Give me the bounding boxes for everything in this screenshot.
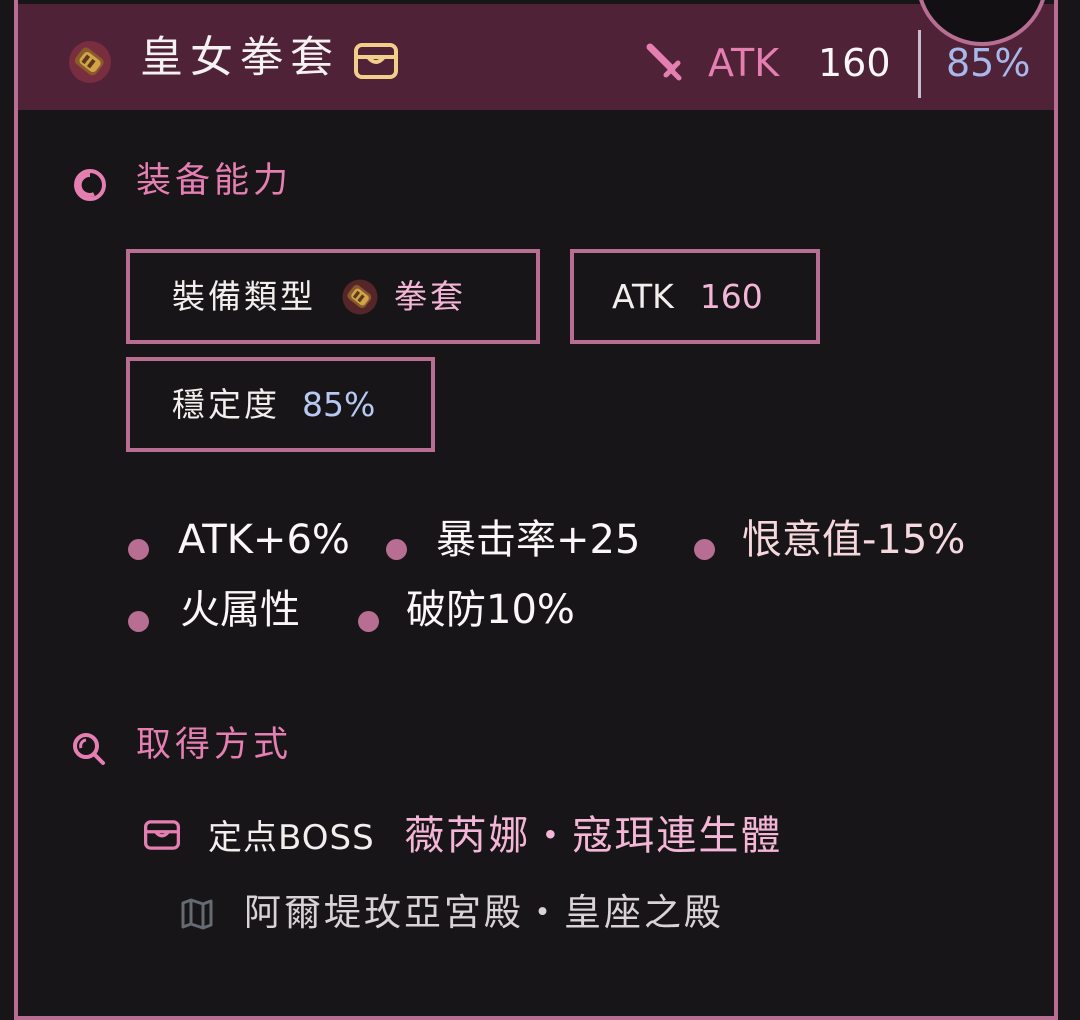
acquire-section-title: 取得方式 [136, 725, 293, 765]
atk-box: ATK 160 [570, 249, 820, 344]
gauntlet-icon [342, 279, 378, 314]
stability-box-value: 85% [302, 385, 376, 424]
effect-item: 破防10% [406, 587, 575, 633]
chest-icon [144, 820, 180, 850]
effect-item: 恨意值-15% [742, 517, 966, 563]
effect-bullet [128, 611, 149, 632]
item-title: 皇女拳套 [140, 33, 340, 83]
effect-item: ATK+6% [178, 517, 350, 563]
item-header: 皇女拳套 ATK 160 85% [18, 4, 1054, 110]
header-atk-label: ATK [708, 41, 780, 85]
swirl-icon [74, 169, 106, 201]
search-icon [73, 733, 105, 765]
stability-box: 穩定度 85% [126, 357, 435, 452]
equip-type-label: 裝備類型 [172, 277, 316, 316]
effect-item: 火属性 [180, 587, 300, 633]
header-atk-value: 160 [818, 41, 891, 85]
item-card: 皇女拳套 ATK 160 85% 装备能力 裝備類型 拳套 ATK 160 穩定… [14, 0, 1058, 1020]
source-prefix: 定点BOSS [208, 818, 375, 858]
effect-item: 暴击率+25 [436, 517, 641, 563]
equip-type-value: 拳套 [394, 277, 466, 316]
effect-bullet [386, 539, 407, 560]
effect-bullet [358, 611, 379, 632]
header-stability-value: 85% [946, 41, 1031, 85]
equip-type-box: 裝備類型 拳套 [126, 249, 540, 344]
source-title[interactable]: 定点BOSS 薇芮娜・寇珥連生體 [208, 816, 782, 856]
sword-icon [646, 43, 682, 81]
chest-icon[interactable] [354, 43, 398, 79]
gauntlet-icon [69, 41, 111, 83]
effect-bullet [694, 539, 715, 560]
source-name: 薇芮娜・寇珥連生體 [404, 813, 783, 859]
stability-box-label: 穩定度 [172, 385, 280, 424]
atk-box-label: ATK [612, 277, 674, 316]
map-icon [181, 898, 213, 930]
atk-box-value: 160 [699, 277, 763, 316]
effect-bullet [128, 539, 149, 560]
header-divider [918, 30, 921, 98]
abilities-section-title: 装备能力 [136, 161, 293, 201]
location-text[interactable]: 阿爾堤玫亞宮殿・皇座之殿 [244, 894, 724, 931]
